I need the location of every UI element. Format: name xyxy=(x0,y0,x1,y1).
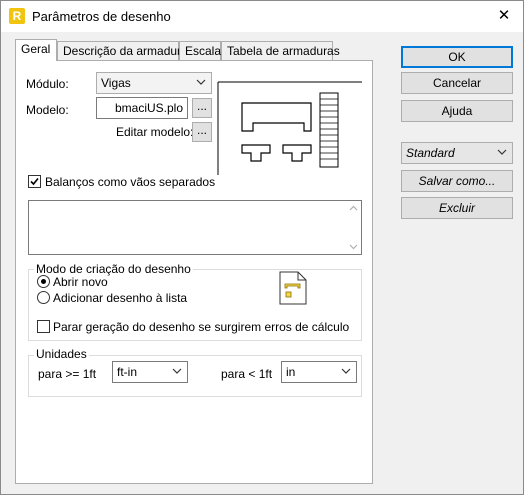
help-button[interactable]: Ajuda xyxy=(401,100,513,122)
units-lt-select[interactable]: in xyxy=(281,361,357,383)
model-field[interactable]: bmaciUS.plo xyxy=(96,97,188,119)
window-title: Parâmetros de desenho xyxy=(32,9,171,24)
chevron-down-icon xyxy=(341,368,351,374)
dialog-window: R Parâmetros de desenho ✕ Geral Descriçã… xyxy=(0,0,524,495)
radio-selected-dot xyxy=(41,279,46,284)
units-lt-value: in xyxy=(286,365,296,379)
radio-add-to-list[interactable] xyxy=(37,291,50,304)
save-as-button[interactable]: Salvar como... xyxy=(401,170,513,192)
app-icon: R xyxy=(9,8,25,24)
units-ge-value: ft-in xyxy=(117,365,138,379)
cantilever-label: Balanços como vãos separados xyxy=(45,175,216,189)
drawing-mode-title: Modo de criação do desenho xyxy=(34,262,193,276)
close-icon[interactable]: ✕ xyxy=(493,5,515,27)
scroll-down-icon[interactable] xyxy=(349,244,358,250)
drawing-document-icon xyxy=(279,271,307,305)
tab-panel-geral: Módulo: Vigas Modelo: bmaciUS.plo ... Ed… xyxy=(15,60,373,484)
model-value: bmaciUS.plo xyxy=(114,101,183,115)
edit-model-label: Editar modelo: xyxy=(116,125,194,139)
stop-on-error-label: Parar geração do desenho se surgirem err… xyxy=(53,320,350,334)
edit-model-button[interactable]: ... xyxy=(192,122,212,142)
radio-open-new[interactable] xyxy=(37,275,50,288)
chevron-down-icon xyxy=(196,79,206,85)
model-label: Modelo: xyxy=(26,103,69,117)
tab-geral[interactable]: Geral xyxy=(15,39,57,61)
chevron-down-icon xyxy=(497,149,507,155)
module-select[interactable]: Vigas xyxy=(96,72,212,94)
units-ge-select[interactable]: ft-in xyxy=(112,361,188,383)
chevron-down-icon xyxy=(172,368,182,374)
units-ge-label: para >= 1ft xyxy=(38,367,97,381)
cancel-button[interactable]: Cancelar xyxy=(401,72,513,94)
radio-open-new-label: Abrir novo xyxy=(53,275,108,289)
scroll-up-icon[interactable] xyxy=(349,205,358,211)
ok-button[interactable]: OK xyxy=(401,46,513,68)
tab-tabela-armaduras[interactable]: Tabela de armaduras xyxy=(221,41,340,61)
cantilever-checkbox[interactable] xyxy=(28,175,41,188)
template-value: Standard xyxy=(406,146,455,160)
module-label: Módulo: xyxy=(26,77,69,91)
module-value: Vigas xyxy=(101,76,131,90)
radio-add-to-list-label: Adicionar desenho à lista xyxy=(53,291,188,305)
template-select[interactable]: Standard xyxy=(401,142,513,164)
beam-preview xyxy=(217,81,362,175)
tab-escala[interactable]: Escala xyxy=(179,41,221,61)
delete-button[interactable]: Excluir xyxy=(401,197,513,219)
stop-on-error-checkbox[interactable] xyxy=(37,320,50,333)
title-bar: R Parâmetros de desenho ✕ xyxy=(1,1,523,32)
units-lt-label: para < 1ft xyxy=(221,367,273,381)
model-browse-button[interactable]: ... xyxy=(192,98,212,118)
checkmark-icon xyxy=(30,177,39,186)
tab-descricao-armadura[interactable]: Descrição da armadura xyxy=(57,41,188,61)
description-textarea[interactable] xyxy=(28,200,362,255)
units-title: Unidades xyxy=(34,347,89,361)
